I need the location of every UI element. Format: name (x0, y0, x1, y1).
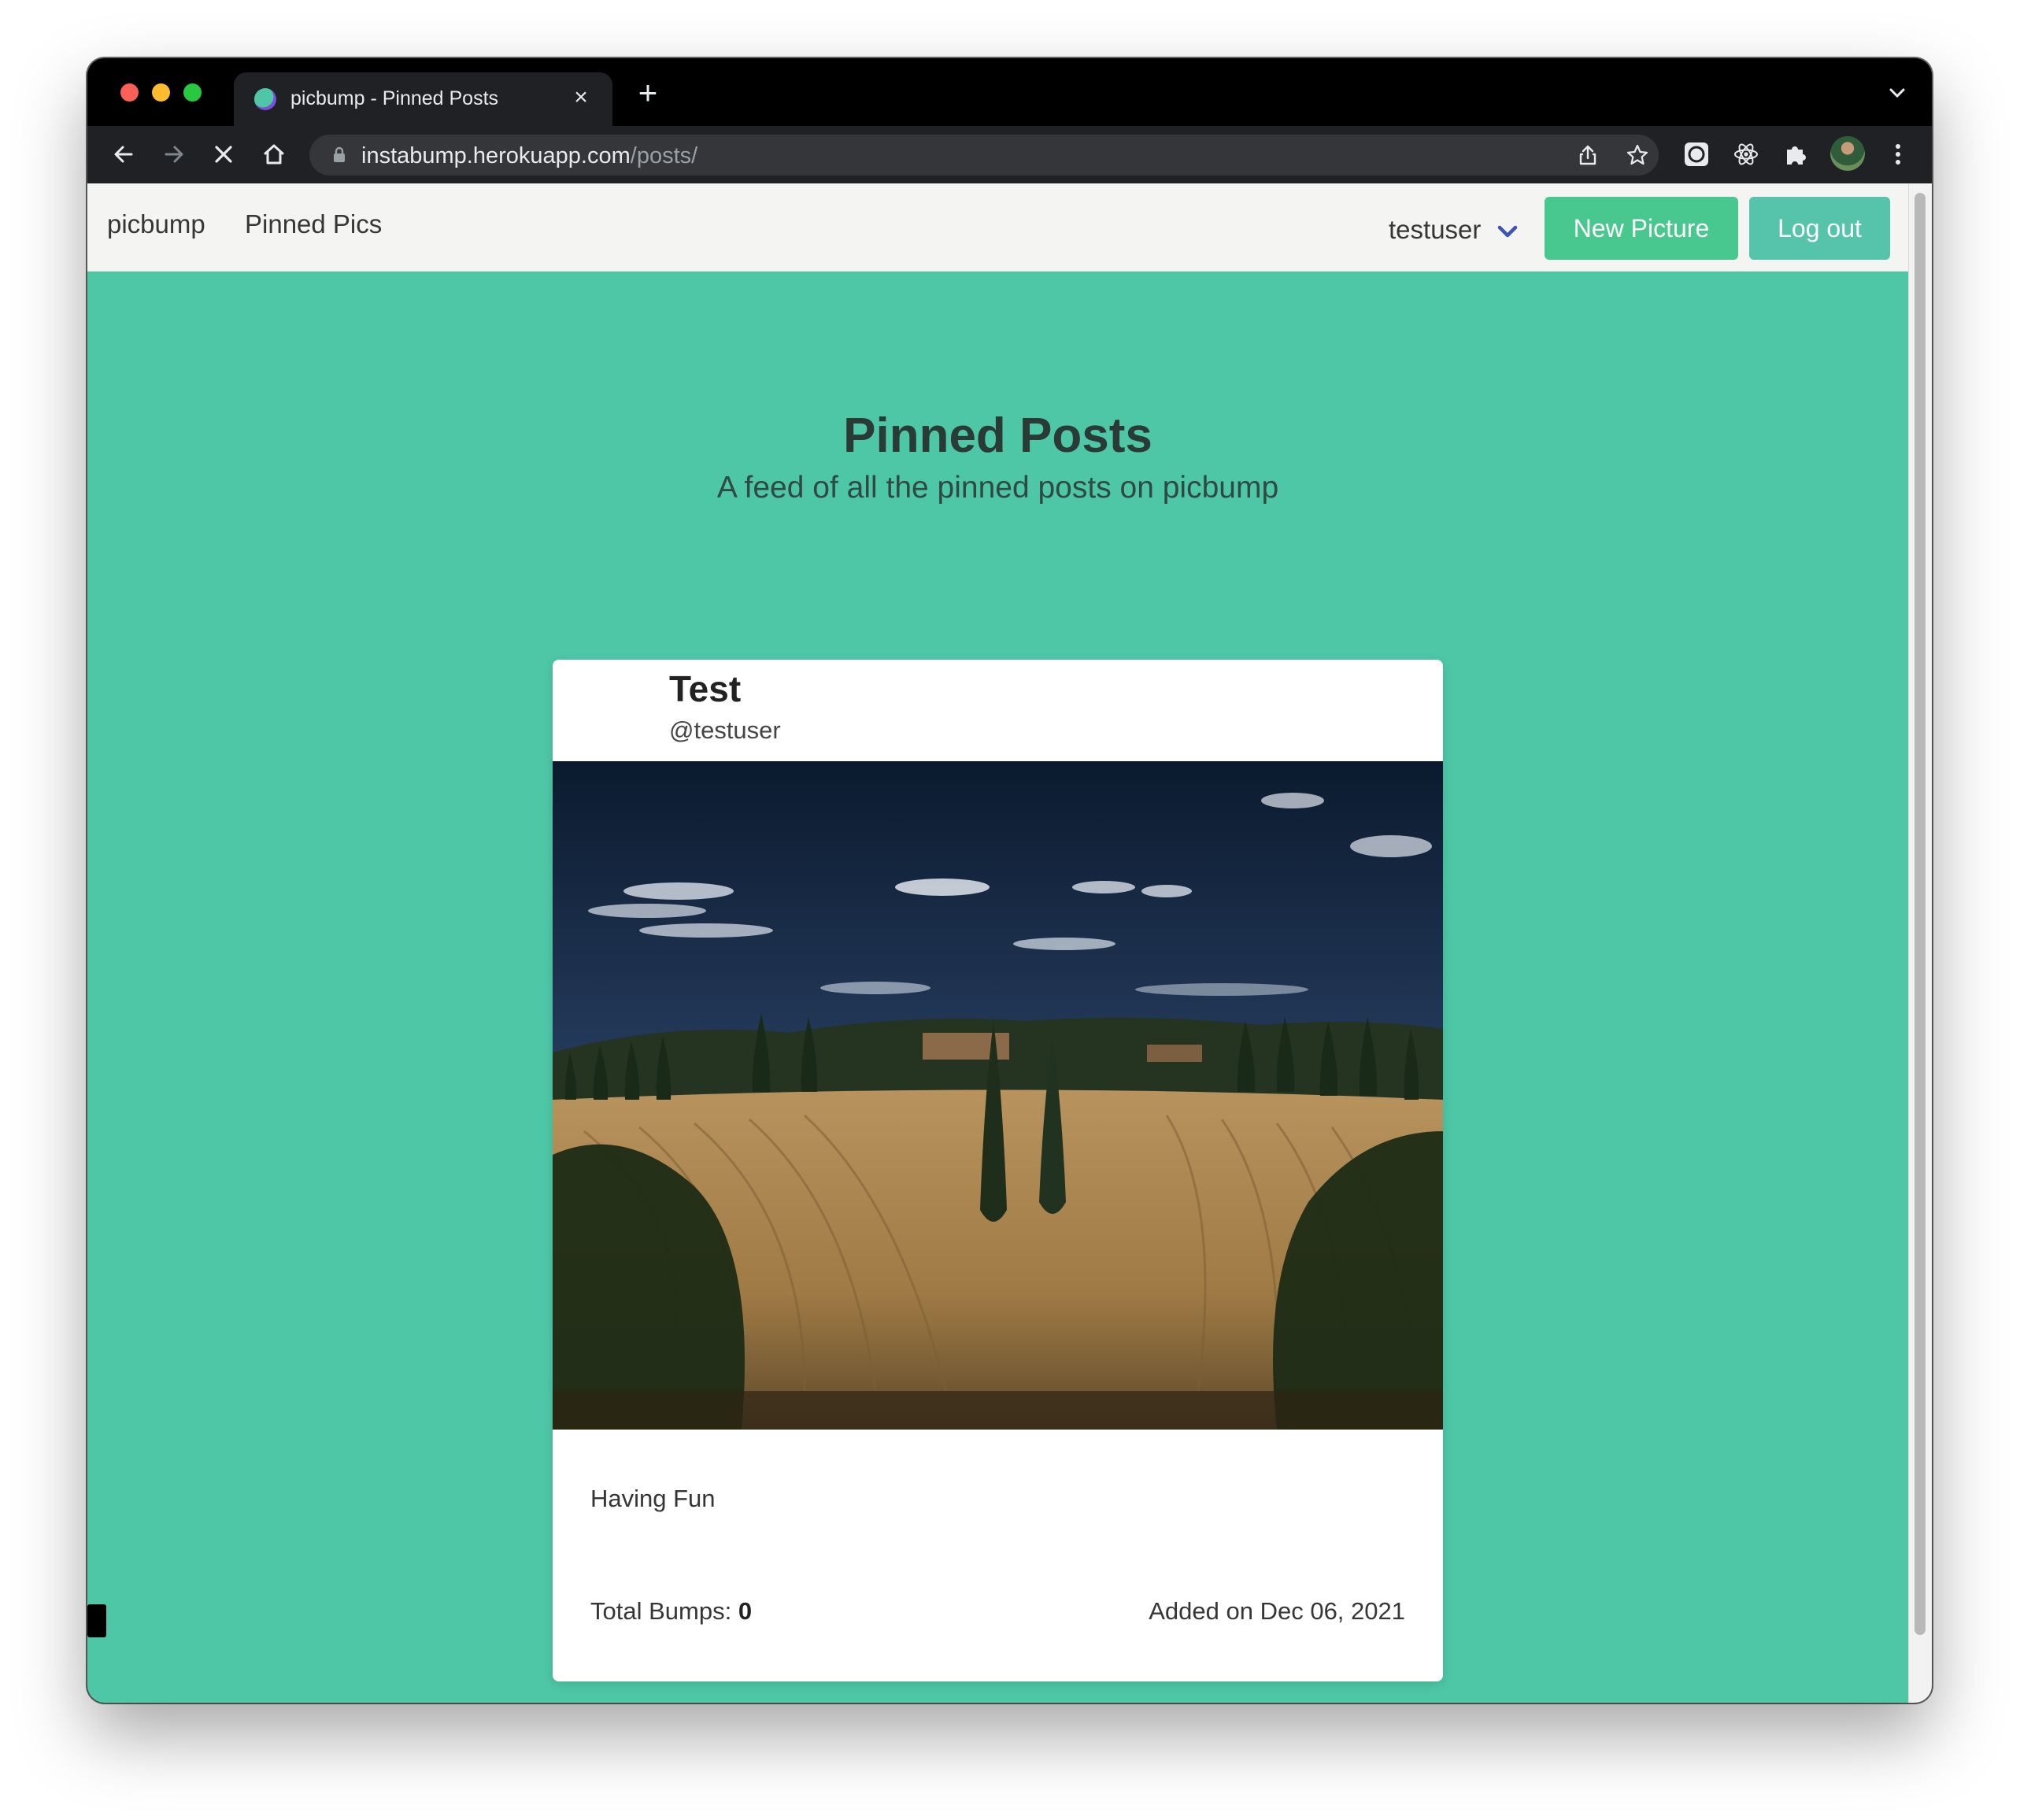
added-date: Added on Dec 06, 2021 (1149, 1597, 1405, 1625)
browser-tab-active[interactable]: picbump - Pinned Posts × (234, 72, 612, 126)
forward-arrow-icon[interactable] (158, 139, 190, 170)
favicon-icon (254, 88, 276, 110)
total-bumps: Total Bumps: 0 (590, 1597, 752, 1626)
url-path: /posts/ (630, 143, 698, 168)
share-icon[interactable] (1575, 142, 1600, 168)
tab-title: picbump - Pinned Posts (290, 87, 499, 109)
post-card: Test @testuser Having Fun Total Bumps: 0… (553, 660, 1443, 1681)
bookmark-star-icon[interactable] (1625, 142, 1650, 168)
page-viewport: picbump Pinned Pics testuser New Picture… (87, 183, 1932, 1703)
url-text[interactable]: instabump.herokuapp.com/posts/ (361, 143, 697, 169)
address-bar[interactable]: instabump.herokuapp.com/posts/ (309, 135, 1659, 176)
extension-circle-icon[interactable] (1681, 139, 1712, 170)
chevron-down-icon[interactable] (1497, 223, 1519, 240)
close-window-button[interactable] (120, 83, 139, 102)
page-subtitle: A feed of all the pinned posts on picbum… (716, 471, 1279, 505)
pinned-pics-link[interactable]: Pinned Pics (245, 209, 382, 239)
log-out-button[interactable]: Log out (1749, 197, 1890, 260)
new-tab-button[interactable]: + (629, 76, 667, 109)
tab-strip: picbump - Pinned Posts × + (87, 58, 1932, 126)
stop-loading-icon[interactable] (208, 139, 239, 170)
scrollbar-thumb[interactable] (1915, 193, 1926, 1635)
react-devtools-icon[interactable] (1730, 139, 1762, 170)
post-photo (553, 761, 1443, 1430)
browser-window: picbump - Pinned Posts × + instabump.her… (87, 58, 1932, 1703)
bumps-label: Total Bumps: (590, 1597, 732, 1625)
tab-search-chevron-icon[interactable] (1886, 82, 1908, 104)
post-author: @testuser (669, 716, 781, 744)
tab-close-icon[interactable]: × (567, 83, 595, 112)
url-host: instabump.herokuapp.com (361, 143, 631, 168)
extensions-puzzle-icon[interactable] (1780, 139, 1811, 170)
post-title: Test (669, 668, 742, 709)
profile-avatar[interactable] (1830, 136, 1865, 171)
site-navbar: picbump Pinned Pics testuser New Picture… (87, 183, 1908, 272)
user-dropdown[interactable]: testuser (1389, 215, 1481, 245)
new-picture-button[interactable]: New Picture (1545, 197, 1738, 260)
minimize-window-button[interactable] (152, 83, 170, 102)
lock-icon[interactable] (330, 146, 349, 165)
home-icon[interactable] (258, 139, 290, 170)
maximize-window-button[interactable] (183, 83, 202, 102)
browser-toolbar: instabump.herokuapp.com/posts/ (87, 126, 1932, 183)
bumps-count: 0 (738, 1597, 753, 1625)
back-arrow-icon[interactable] (108, 139, 139, 170)
more-menu-icon[interactable] (1882, 139, 1914, 170)
status-indicator (87, 1604, 106, 1637)
post-caption: Having Fun (590, 1485, 716, 1512)
page-title: Pinned Posts (843, 409, 1152, 463)
brand-link[interactable]: picbump (107, 209, 205, 239)
